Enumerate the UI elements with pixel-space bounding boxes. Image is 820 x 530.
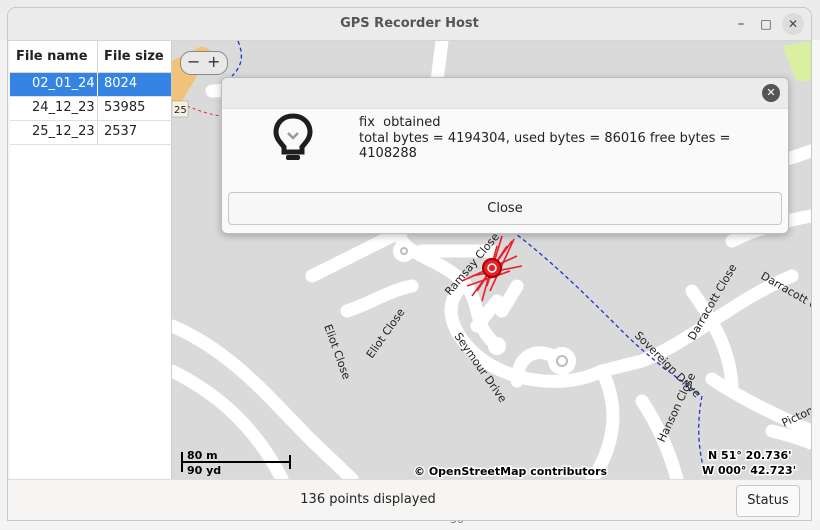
map-attribution[interactable]: © OpenStreetMap contributors (413, 464, 610, 480)
lightbulb-icon (273, 113, 313, 160)
scale-metric-label: 80 m (187, 449, 218, 462)
minimize-button[interactable]: – (730, 13, 752, 35)
cell-divider (97, 121, 98, 144)
file-size-cell: 2537 (104, 124, 138, 139)
window-title: GPS Recorder Host (340, 16, 479, 31)
close-window-button[interactable]: ✕ (782, 13, 804, 35)
file-row[interactable]: 25_12_23 2537 (10, 121, 171, 145)
status-button[interactable]: Status (736, 485, 800, 517)
column-divider[interactable] (97, 41, 98, 72)
zoom-out-button[interactable]: − (187, 52, 200, 72)
coordinate-latitude: N 51° 20.736' (708, 449, 792, 462)
column-header-file-name[interactable]: File name (16, 49, 88, 64)
cell-divider (97, 73, 98, 96)
cell-divider (97, 97, 98, 120)
fix-dialog: ✕ fix obtained total bytes = 4194304, us… (221, 77, 789, 234)
file-size-cell: 53985 (104, 100, 146, 115)
points-displayed-text: 136 points displayed (300, 492, 436, 507)
dialog-message-line2: total bytes = 4194304, used bytes = 8601… (359, 131, 731, 161)
green-area (782, 41, 811, 81)
road-badge: 25 (174, 105, 187, 116)
file-table-header: File name File size (10, 41, 171, 73)
scale-imperial-label: 90 yd (187, 464, 221, 477)
column-header-file-size[interactable]: File size (104, 49, 164, 64)
background-window-right-edge (811, 40, 820, 530)
status-bar: 136 points displayed Status (8, 479, 811, 520)
street-labels: Eliot Close Eliot Close Seymour Drive Ra… (321, 230, 811, 444)
dialog-header[interactable]: ✕ (222, 78, 788, 109)
dialog-message-line1: fix obtained (359, 115, 441, 130)
file-row[interactable]: 24_12_23 53985 (10, 97, 171, 121)
zoom-in-button[interactable]: + (207, 52, 220, 72)
title-bar[interactable]: GPS Recorder Host – □ ✕ (8, 8, 811, 41)
street-label: Eliot Close (364, 306, 408, 361)
file-row[interactable]: 02_01_24 8024 (10, 73, 171, 97)
file-name-cell: 25_12_23 (32, 124, 95, 139)
dialog-close-button[interactable]: Close (228, 192, 782, 225)
street-label: Eliot Close (321, 323, 353, 382)
coordinate-longitude: W 000° 42.723' (702, 464, 796, 477)
background-window-bottom-edge (0, 520, 820, 530)
current-position-marker (482, 258, 502, 278)
file-name-cell: 24_12_23 (32, 100, 95, 115)
file-size-cell: 8024 (104, 76, 138, 91)
maximize-button[interactable]: □ (755, 13, 777, 35)
file-list-panel: File name File size 02_01_24 8024 24_12_… (10, 41, 172, 479)
file-name-cell: 02_01_24 (32, 76, 95, 91)
dialog-close-icon[interactable]: ✕ (762, 84, 780, 102)
zoom-control: − + (180, 51, 228, 75)
